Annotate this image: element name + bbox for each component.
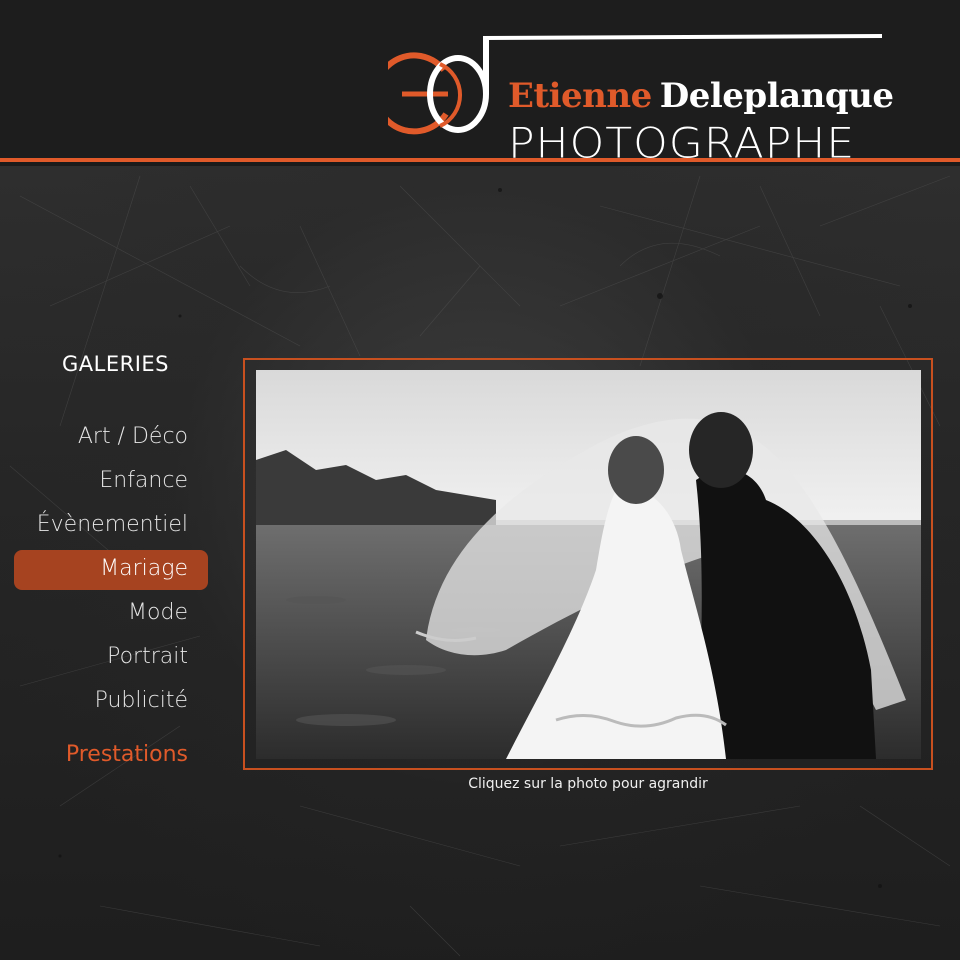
site-logo[interactable]: Etienne Deleplanque PHOTOGRAPHE: [388, 30, 894, 164]
galleries-heading: GALERIES: [62, 352, 169, 376]
nav-item-evenementiel[interactable]: Évènementiel: [14, 506, 208, 546]
gallery-photo[interactable]: [256, 370, 921, 759]
nav-item-publicite[interactable]: Publicité: [14, 682, 208, 722]
prestations-link[interactable]: Prestations: [66, 742, 188, 767]
brand-name: Etienne Deleplanque: [508, 76, 894, 116]
site-header: Etienne Deleplanque PHOTOGRAPHE: [0, 0, 960, 164]
gallery-nav: Art / Déco Enfance Évènementiel Mariage …: [14, 418, 208, 726]
brand-first-name: Etienne: [508, 76, 652, 116]
nav-item-enfance[interactable]: Enfance: [14, 462, 208, 502]
nav-item-art-deco[interactable]: Art / Déco: [14, 418, 208, 458]
brand-subtitle: PHOTOGRAPHE: [508, 119, 856, 168]
brand-last-name: Deleplanque: [659, 76, 894, 116]
nav-item-portrait[interactable]: Portrait: [14, 638, 208, 678]
wedding-photo: [256, 370, 921, 759]
nav-item-mode[interactable]: Mode: [14, 594, 208, 634]
photo-caption: Cliquez sur la photo pour agrandir: [468, 776, 708, 792]
nav-item-mariage[interactable]: Mariage: [14, 550, 208, 590]
